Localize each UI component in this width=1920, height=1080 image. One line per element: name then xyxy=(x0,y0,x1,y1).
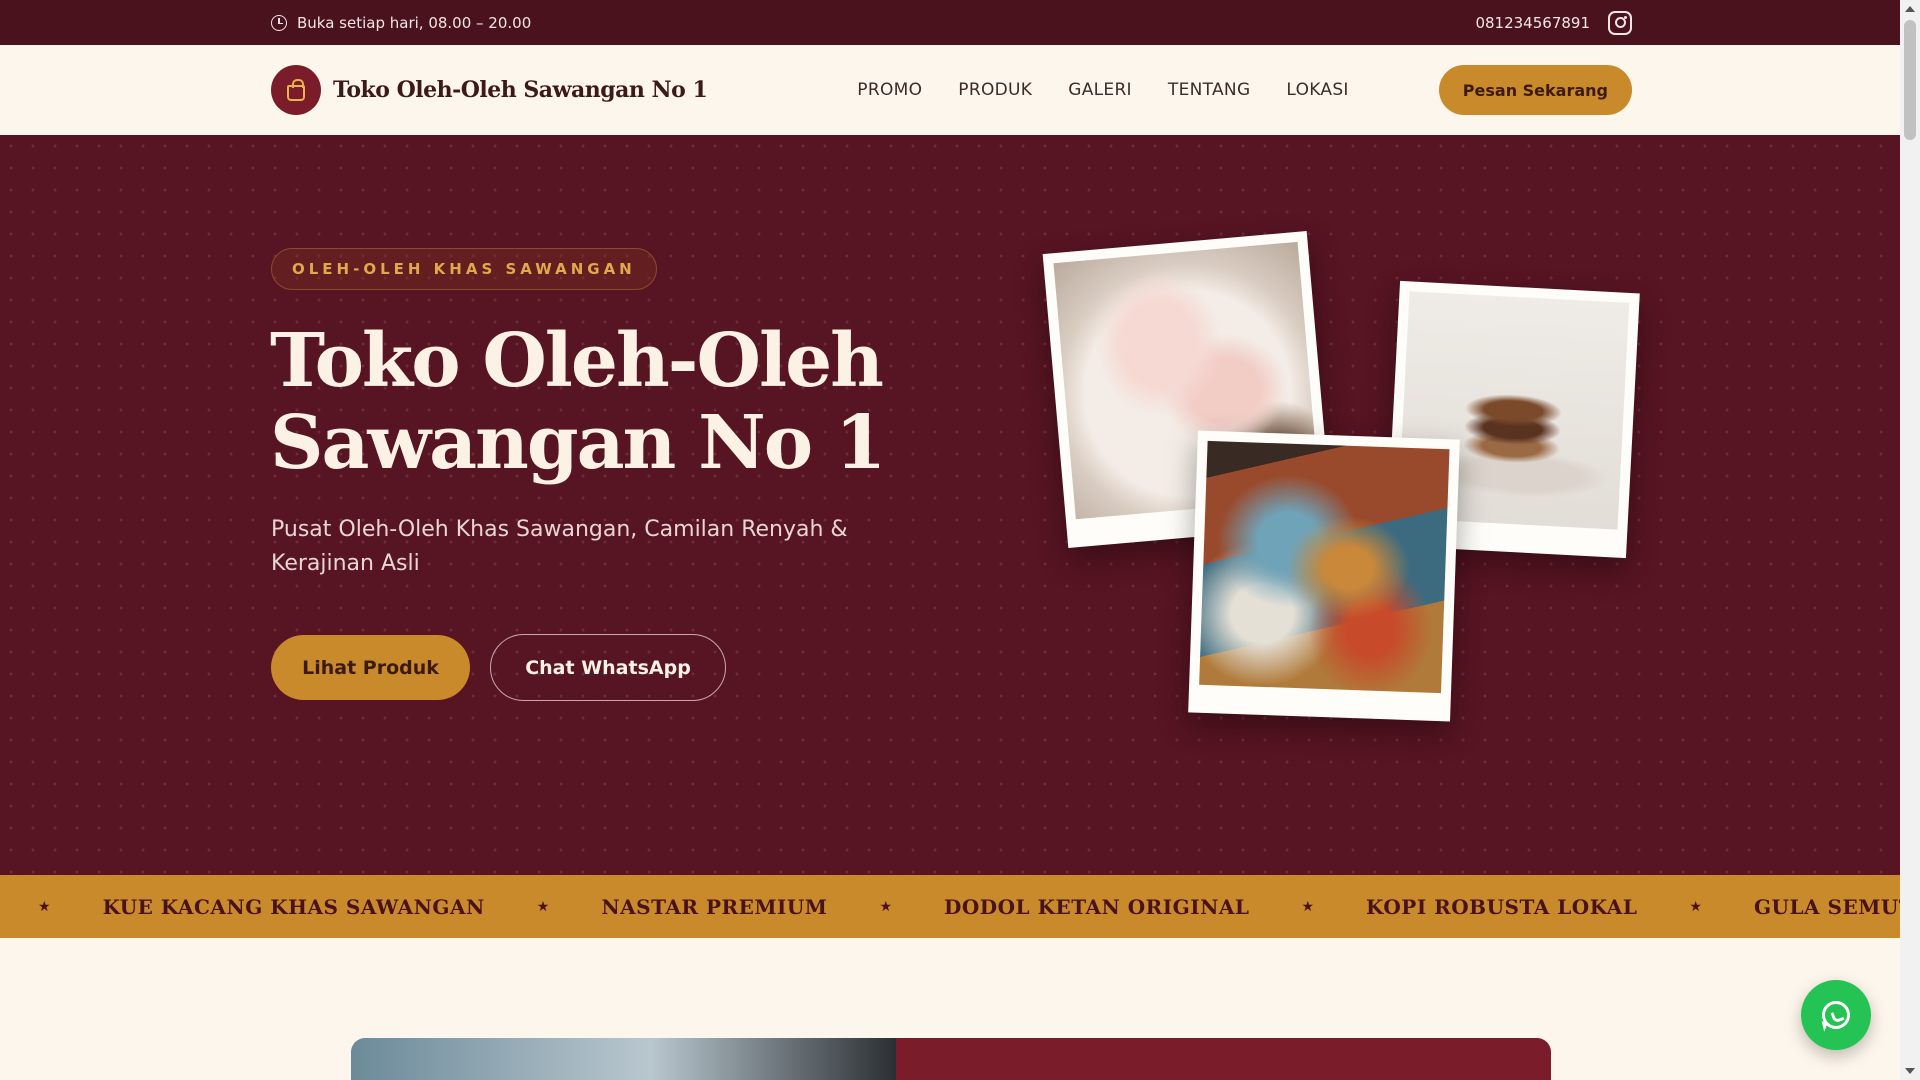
marquee-separator: ★ xyxy=(536,898,550,915)
scroll-down-arrow-icon[interactable] xyxy=(1905,1068,1915,1074)
chat-whatsapp-button[interactable]: Chat WhatsApp xyxy=(490,634,726,701)
marquee-separator: ★ xyxy=(879,898,893,915)
page-scrollbar[interactable] xyxy=(1900,0,1920,1080)
artwork-image xyxy=(1199,440,1450,694)
hero-badge: OLEH-OLEH KHAS SAWANGAN xyxy=(271,248,657,290)
marquee-separator: ★ xyxy=(1301,898,1315,915)
contact-info: 081234567891 xyxy=(1475,10,1632,35)
brand-name: Toko Oleh-Oleh Sawangan No 1 xyxy=(333,77,708,103)
nav-menu: PROMO PRODUK GALERI TENTANG LOKASI xyxy=(857,80,1348,100)
hero-title: Toko Oleh-Oleh Sawangan No 1 xyxy=(270,320,970,484)
nav-item-promo[interactable]: PROMO xyxy=(857,80,922,100)
nav-item-galeri[interactable]: GALERI xyxy=(1068,80,1132,100)
brand[interactable]: Toko Oleh-Oleh Sawangan No 1 xyxy=(271,65,708,115)
marquee-separator: ★ xyxy=(1689,898,1702,915)
phone-number[interactable]: 081234567891 xyxy=(1475,14,1590,32)
whatsapp-icon xyxy=(1822,1001,1850,1029)
hero-section: OLEH-OLEH KHAS SAWANGAN Toko Oleh-Oleh S… xyxy=(0,135,1900,875)
marquee-item: NASTAR PREMIUM xyxy=(601,894,828,919)
instagram-icon[interactable] xyxy=(1608,10,1632,35)
opening-hours: Buka setiap hari, 08.00 – 20.00 xyxy=(271,14,531,32)
nav-item-tentang[interactable]: TENTANG xyxy=(1168,80,1251,100)
marquee-track: ★ KUE KACANG KHAS SAWANGAN ★ NASTAR PREM… xyxy=(0,895,1900,919)
view-products-button[interactable]: Lihat Produk xyxy=(271,635,470,700)
hero-title-line1: Toko Oleh-Oleh xyxy=(270,318,884,404)
main-navbar: Toko Oleh-Oleh Sawangan No 1 PROMO PRODU… xyxy=(0,45,1900,135)
opening-hours-text: Buka setiap hari, 08.00 – 20.00 xyxy=(297,13,532,32)
brand-logo xyxy=(271,65,321,115)
photo-artwork xyxy=(1188,430,1460,722)
hero-title-line2: Sawangan No 1 xyxy=(270,400,886,486)
nav-item-lokasi[interactable]: LOKASI xyxy=(1286,80,1348,100)
whatsapp-floating-button[interactable] xyxy=(1801,980,1871,1050)
scroll-up-arrow-icon[interactable] xyxy=(1905,6,1915,12)
marquee-item: KUE KACANG KHAS SAWANGAN xyxy=(102,894,485,919)
shopping-bag-icon xyxy=(287,78,305,101)
marquee-item: DODOL KETAN ORIGINAL xyxy=(944,894,1250,919)
marquee-item: GULA SEMUT AREN xyxy=(1753,894,1900,919)
marquee-item: KOPI ROBUSTA LOKAL xyxy=(1366,894,1638,919)
order-now-button[interactable]: Pesan Sekarang xyxy=(1438,65,1632,115)
about-card-preview xyxy=(351,1038,1551,1080)
clock-icon xyxy=(271,14,287,31)
top-info-bar: Buka setiap hari, 08.00 – 20.00 08123456… xyxy=(0,0,1900,45)
hero-subtitle: Pusat Oleh-Oleh Khas Sawangan, Camilan R… xyxy=(271,517,848,576)
product-marquee: ★ KUE KACANG KHAS SAWANGAN ★ NASTAR PREM… xyxy=(0,875,1900,938)
storefront-image xyxy=(351,1038,896,1080)
marquee-separator: ★ xyxy=(38,898,51,915)
about-card-panel xyxy=(896,1038,1551,1080)
scrollbar-thumb[interactable] xyxy=(1904,20,1916,140)
nav-item-produk[interactable]: PRODUK xyxy=(958,80,1032,100)
